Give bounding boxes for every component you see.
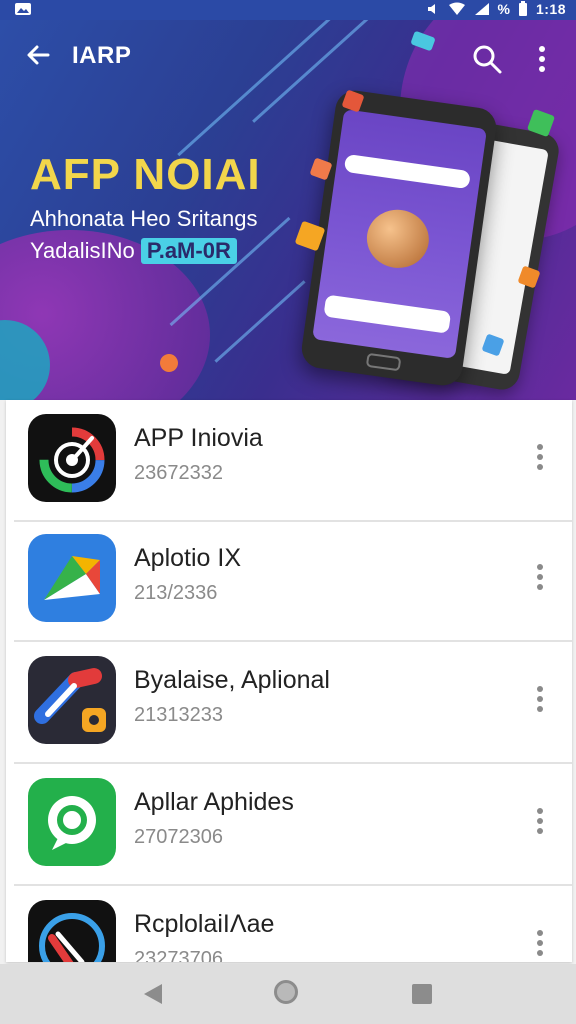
app-list: APP Iniovia 23672332 Aplotio IX 213/2336 [6, 400, 572, 962]
chat-bubble-app-icon [28, 778, 116, 866]
more-vert-icon[interactable] [528, 440, 552, 474]
search-icon[interactable] [470, 42, 504, 76]
hero-banner: IARP AFP NOIAI Ahhonata Heo Sritangs Yad… [0, 20, 576, 400]
pill-app-icon [28, 656, 116, 744]
more-vert-icon[interactable] [528, 560, 552, 594]
phone-home-button [365, 352, 402, 372]
hero-badge: P.aM-0R [140, 238, 237, 264]
app-name: Byalaise, Aplional [134, 666, 330, 694]
signal-icon [474, 3, 489, 15]
list-item[interactable]: Apllar Aphides 27072306 [6, 764, 572, 886]
system-nav-bar [0, 964, 576, 1024]
app-name: Apllar Aphides [134, 788, 294, 816]
app-bar: IARP [0, 20, 576, 92]
status-bar: % 1:18 [0, 0, 576, 20]
clock: 1:18 [535, 1, 566, 17]
app-meta: 23273706 [134, 948, 223, 962]
mute-icon [427, 4, 435, 14]
app-name: APP Iniovia [134, 424, 263, 452]
app-meta: 27072306 [134, 826, 223, 848]
phone-dock [323, 294, 452, 334]
hero-title: AFP NOIAI [30, 150, 261, 199]
nav-home-icon[interactable] [274, 980, 298, 1004]
list-item[interactable]: APP Iniovia 23672332 [6, 400, 572, 522]
more-vert-icon[interactable] [528, 804, 552, 838]
more-vert-icon[interactable] [528, 926, 552, 960]
battery-icon [518, 1, 527, 16]
list-item[interactable]: Byalaise, Aplional 21313233 [6, 642, 572, 764]
decor-streak [214, 280, 306, 363]
folded-map-app-icon [28, 534, 116, 622]
wifi-icon [448, 2, 465, 15]
nav-back-icon[interactable] [142, 982, 164, 1006]
battery-percent: % [497, 1, 510, 17]
phone-screen [312, 109, 488, 359]
target-app-icon [28, 414, 116, 502]
app-meta: 213/2336 [134, 582, 218, 604]
hero-subtitle-prefix: YadalisΙΝo [30, 238, 141, 263]
photo-notification-icon [15, 3, 31, 15]
app-meta: 21313233 [134, 704, 223, 726]
app-meta: 23672332 [134, 462, 223, 484]
list-item[interactable]: RcplolaiΙΛae 23273706 [6, 886, 572, 962]
app-bar-title: IARP [72, 42, 132, 69]
list-item[interactable]: Aplotio IX 213/2336 [6, 520, 572, 642]
app-name: RcplolaiΙΛae [134, 910, 275, 938]
hero-subtitle: Ahhonata Heo Sritangs [30, 206, 258, 231]
app-name: Aplotio IX [134, 544, 242, 572]
cut-logo-app-icon [28, 900, 116, 962]
phone-search-bar [343, 153, 471, 190]
nav-recents-icon[interactable] [412, 984, 432, 1004]
more-vert-icon[interactable] [530, 42, 554, 76]
phone-graphic [363, 205, 433, 272]
arrow-back-icon[interactable] [22, 40, 52, 70]
more-vert-icon[interactable] [528, 682, 552, 716]
hero-subtitle-2: YadalisΙΝo P.aM-0R [30, 238, 237, 264]
